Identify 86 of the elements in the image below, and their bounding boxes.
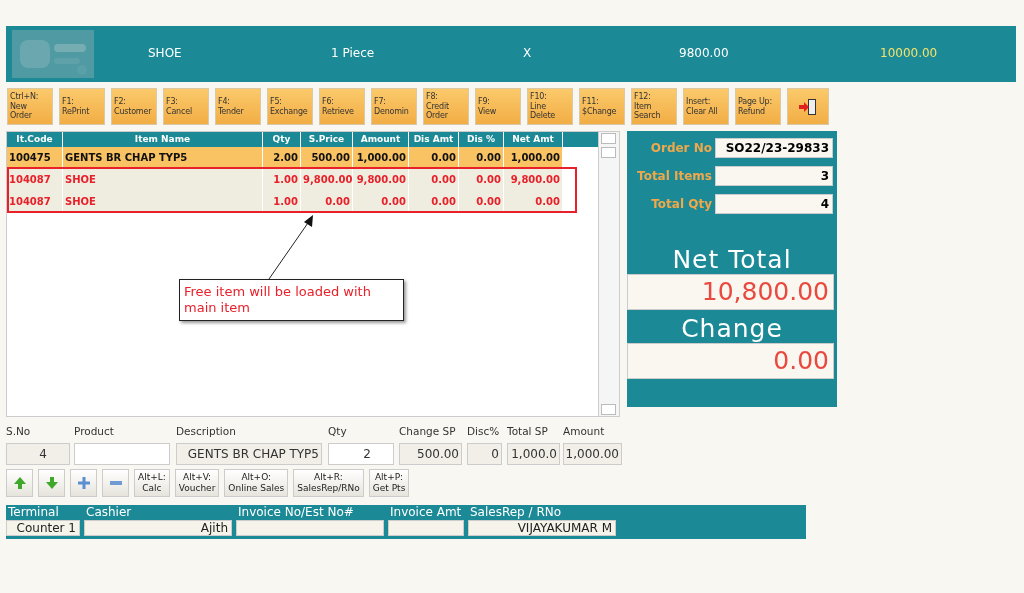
summary-label: Total Qty [651, 197, 712, 211]
shortcut-button[interactable]: Alt+L: Calc [134, 469, 170, 497]
up-button[interactable] [6, 469, 33, 497]
toolbar-button[interactable]: F11: $Change [579, 88, 625, 125]
field-label: Amount [563, 425, 605, 437]
input-field[interactable]: 0 [467, 443, 502, 465]
field-label: Change SP [399, 425, 456, 437]
item-quantity: 1 Piece [331, 46, 375, 60]
toolbar-button[interactable]: F8: Credit Order [423, 88, 469, 125]
multiply-sign: X [523, 46, 532, 60]
summary-label: Order No [650, 141, 712, 155]
toolbar-button[interactable]: F9: View [475, 88, 521, 125]
table-cell: 0.00 [301, 191, 353, 213]
pointer-arrow [268, 215, 313, 280]
toolbar-button[interactable]: Insert: Clear All [683, 88, 729, 125]
shortcut-button[interactable]: Alt+P: Get Pts [368, 469, 410, 497]
item-price: 9800.00 [679, 46, 729, 60]
down-button[interactable] [38, 469, 65, 497]
item-name: SHOE [148, 46, 182, 60]
table-cell: 104087 [7, 191, 63, 213]
input-field[interactable]: 4 [6, 443, 70, 465]
input-field[interactable] [74, 443, 170, 465]
footer-value: Counter 1 [6, 520, 80, 536]
plus-button[interactable] [70, 469, 97, 497]
toolbar-button[interactable]: F3: Cancel [163, 88, 209, 125]
input-field[interactable]: GENTS BR CHAP TYP5 [176, 443, 322, 465]
input-field[interactable]: 1,000.00 [563, 443, 622, 465]
net-total-label: Net Total [671, 245, 793, 274]
footer-value: Ajith [84, 520, 232, 536]
scroll-up-button[interactable] [601, 147, 616, 158]
shortcut-button[interactable]: Alt+R: SalesRep/RNo [293, 469, 364, 497]
footer-label: Invoice Amt [390, 505, 462, 519]
exit-door-icon [799, 98, 817, 115]
footer-label: Terminal [8, 505, 59, 519]
table-cell: 0.00 [409, 191, 459, 213]
field-label: Total SP [507, 425, 548, 437]
grid-row[interactable]: 100475 GENTS BR CHAP TYP5 2.00 500.00 1,000.00 0.00 0.00 1,000.00 [7, 147, 563, 169]
toolbar-button[interactable]: F12: Item Search [631, 88, 677, 125]
toolbar-button[interactable]: F7: Denomin [371, 88, 417, 125]
summary-value: SO22/23-29833 [715, 138, 833, 158]
table-cell: 0.00 [504, 191, 563, 213]
callout-note: Free item will be loaded with main item [179, 279, 404, 321]
toolbar-button[interactable]: F5: Exchange [267, 88, 313, 125]
input-field[interactable]: 1,000.0 [507, 443, 560, 465]
exit-button[interactable] [787, 88, 829, 125]
field-label: Description [176, 425, 236, 437]
summary-label: Total Items [637, 169, 712, 183]
net-total-value: 10,800.00 [627, 274, 834, 310]
table-cell: 0.00 [353, 191, 409, 213]
minus-icon [109, 481, 122, 485]
scrollbar[interactable] [598, 132, 619, 416]
input-field[interactable]: 500.00 [399, 443, 462, 465]
minus-button[interactable] [102, 469, 129, 497]
column-chooser-button[interactable] [601, 133, 616, 144]
field-label: Disc% [467, 425, 500, 437]
toolbar-button[interactable]: F1: RePrint [59, 88, 105, 125]
change-value: 0.00 [627, 343, 834, 379]
summary-value: 4 [715, 194, 833, 214]
shortcut-button[interactable]: Alt+O: Online Sales [224, 469, 289, 497]
shortcut-button[interactable]: Alt+V: Voucher [174, 469, 220, 497]
toolbar-button[interactable]: Ctrl+N: New Order [7, 88, 53, 125]
summary-value: 3 [715, 166, 833, 186]
toolbar-button[interactable]: F10: Line Delete [527, 88, 573, 125]
input-field[interactable]: 2 [328, 443, 394, 465]
grid-row[interactable]: 104087 SHOE 1.00 0.00 0.00 0.00 0.00 0.00 [7, 191, 563, 213]
footer-label: SalesRep / RNo [470, 505, 562, 519]
item-amount: 10000.00 [880, 46, 938, 60]
field-label: Product [74, 425, 114, 437]
field-label: S.No [6, 425, 31, 437]
footer-label: Invoice No/Est No# [238, 505, 354, 519]
change-label: Change [680, 314, 784, 343]
up-arrow-icon [12, 476, 27, 490]
scroll-down-button[interactable] [601, 404, 616, 415]
footer-label: Cashier [86, 505, 132, 519]
footer-value: VIJAYAKUMAR M [468, 520, 616, 536]
table-cell: 0.00 [459, 191, 504, 213]
field-label: Qty [328, 425, 347, 437]
down-arrow-icon [44, 476, 59, 490]
toolbar-button[interactable]: F4: Tender [215, 88, 261, 125]
toolbar-button[interactable]: Page Up: Refund [735, 88, 781, 125]
table-cell: SHOE [63, 191, 263, 213]
toolbar-button[interactable]: F6: Retrieve [319, 88, 365, 125]
plus-icon [77, 477, 90, 489]
toolbar-button[interactable]: F2: Customer [111, 88, 157, 125]
grid-row[interactable]: 104087 SHOE 1.00 9,800.00 9,800.00 0.00 0.00 9,800.00 [7, 169, 563, 191]
table-cell: 1.00 [263, 191, 301, 213]
